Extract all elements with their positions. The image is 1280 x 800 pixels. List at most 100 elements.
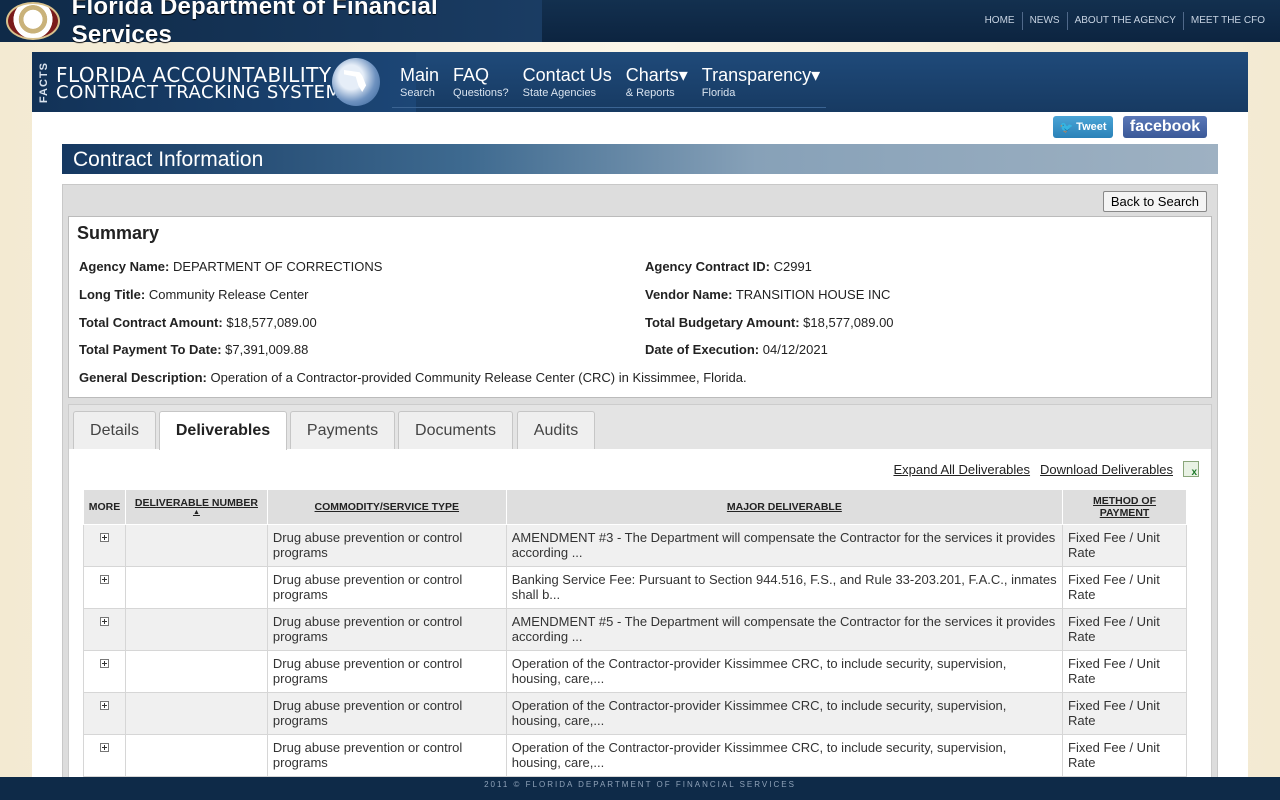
twitter-bird-icon: 🐦: [1059, 121, 1074, 134]
tab-payments[interactable]: Payments: [290, 411, 395, 449]
expand-cell[interactable]: [83, 608, 126, 651]
nav-sublabel: Questions?: [453, 87, 509, 99]
facebook-button[interactable]: facebook: [1123, 116, 1207, 138]
expand-plus-icon[interactable]: [99, 575, 109, 584]
major-deliverable-cell: Operation of the Contractor-provider Kis…: [505, 650, 1064, 693]
nav-label: Main: [400, 65, 440, 85]
commodity-cell: Drug abuse prevention or control program…: [266, 692, 507, 735]
expand-plus-icon[interactable]: [99, 617, 109, 626]
nav-main-search[interactable]: Main Search: [392, 60, 445, 107]
nav-label: Contact Us: [522, 65, 612, 85]
tweet-button[interactable]: 🐦 Tweet: [1053, 116, 1113, 138]
facts-logo[interactable]: FACTS FLORIDA ACCOUNTABILITY CONTRACT TR…: [32, 52, 416, 112]
col-major-deliverable[interactable]: MAJOR DELIVERABLE: [505, 489, 1064, 525]
nav-contact-us[interactable]: Contact Us State Agencies: [515, 60, 618, 107]
table-row: Drug abuse prevention or control program…: [83, 608, 1187, 651]
long-title-value: Community Release Center: [148, 287, 309, 302]
excel-icon[interactable]: [1183, 461, 1199, 478]
field-label: Total Payment To Date:: [79, 342, 222, 357]
col-commodity-service-type[interactable]: COMMODITY/SERVICE TYPE: [266, 489, 507, 525]
col-deliverable-number[interactable]: DELIVERABLE NUMBER ▲: [124, 489, 268, 525]
total-contract-amount-value: $18,577,089.00: [226, 315, 317, 330]
footer: 2011 © FLORIDA DEPARTMENT OF FINANCIAL S…: [0, 777, 1280, 800]
commodity-cell: Drug abuse prevention or control program…: [266, 734, 507, 777]
deliverable-number-cell: [124, 650, 268, 693]
expand-all-deliverables-link[interactable]: Expand All Deliverables: [893, 462, 1030, 477]
tab-deliverables[interactable]: Deliverables: [159, 411, 287, 450]
vendor-name-field: Vendor Name: TRANSITION HOUSE INC: [645, 287, 890, 302]
nav-sublabel: Florida: [701, 87, 736, 99]
expand-plus-icon[interactable]: [99, 743, 109, 752]
expand-plus-icon[interactable]: [99, 659, 109, 668]
major-deliverable-cell: AMENDMENT #3 - The Department will compe…: [505, 524, 1064, 567]
top-nav-meet-cfo[interactable]: MEET THE CFO: [1182, 12, 1272, 30]
expand-cell[interactable]: [83, 524, 126, 567]
dfs-title: Florida Department of Financial Services: [71, 0, 438, 48]
page-title: Contract Information: [62, 144, 1218, 174]
nav-sublabel: & Reports: [625, 87, 675, 99]
col-deliverable-number-label: DELIVERABLE NUMBER: [134, 497, 258, 509]
sort-asc-icon: ▲: [192, 509, 200, 516]
tab-audits[interactable]: Audits: [517, 411, 595, 449]
major-deliverable-cell: Operation of the Contractor-provider Kis…: [505, 734, 1064, 777]
date-of-execution-field: Date of Execution: 04/12/2021: [645, 342, 828, 357]
agency-contract-id-field: Agency Contract ID: C2991: [645, 259, 812, 274]
total-contract-amount-field: Total Contract Amount: $18,577,089.00: [79, 315, 317, 330]
top-nav-news[interactable]: NEWS: [1021, 12, 1067, 30]
expand-cell[interactable]: [83, 734, 126, 777]
expand-cell[interactable]: [83, 650, 126, 693]
expand-plus-icon[interactable]: [99, 701, 109, 710]
facts-title-line2: CONTRACT TRACKING SYSTEM: [56, 82, 342, 103]
cfo-seal-icon: [6, 2, 60, 40]
commodity-cell: Drug abuse prevention or control program…: [266, 524, 507, 567]
top-nav-home[interactable]: HOME: [978, 12, 1022, 30]
expand-cell[interactable]: [83, 692, 126, 735]
deliverables-table: MORE DELIVERABLE NUMBER ▲ COMMODITY/SERV…: [83, 489, 1187, 777]
total-payment-value: $7,391,009.88: [225, 342, 309, 357]
top-nav: HOME NEWS ABOUT THE AGENCY MEET THE CFO: [978, 12, 1272, 30]
vendor-name-value: TRANSITION HOUSE INC: [735, 287, 891, 302]
tweet-label: Tweet: [1076, 121, 1107, 133]
nav-transparency[interactable]: Transparency▾ Florida: [694, 60, 826, 107]
tab-documents[interactable]: Documents: [398, 411, 513, 449]
tab-details[interactable]: Details: [73, 411, 156, 449]
method-of-payment-cell: Fixed Fee / Unit Rate: [1062, 608, 1187, 651]
method-of-payment-cell: Fixed Fee / Unit Rate: [1062, 566, 1187, 609]
summary-section: Summary Agency Name: DEPARTMENT OF CORRE…: [68, 216, 1212, 398]
col-more: MORE: [83, 489, 126, 525]
commodity-cell: Drug abuse prevention or control program…: [266, 566, 507, 609]
deliverable-number-cell: [124, 608, 268, 651]
field-label: Agency Contract ID:: [645, 259, 770, 274]
main-panel: FACTS FLORIDA ACCOUNTABILITY CONTRACT TR…: [32, 52, 1248, 784]
nav-sublabel: State Agencies: [522, 87, 597, 99]
back-to-search-button[interactable]: Back to Search: [1102, 191, 1207, 212]
total-payment-field: Total Payment To Date: $7,391,009.88: [79, 342, 308, 357]
method-of-payment-cell: Fixed Fee / Unit Rate: [1062, 692, 1187, 735]
nav-sublabel: Search: [400, 87, 435, 99]
expand-cell[interactable]: [83, 566, 126, 609]
agency-contract-id-value: C2991: [773, 259, 812, 274]
nav-faq[interactable]: FAQ Questions?: [445, 60, 515, 107]
commodity-cell: Drug abuse prevention or control program…: [266, 608, 507, 651]
download-deliverables-link[interactable]: Download Deliverables: [1040, 462, 1173, 477]
dfs-brand[interactable]: Florida Department of Financial Services: [0, 0, 542, 48]
nav-charts[interactable]: Charts▾ & Reports: [618, 60, 694, 107]
field-label: General Description:: [79, 370, 207, 385]
field-label: Date of Execution:: [645, 342, 760, 357]
table-row: Drug abuse prevention or control program…: [83, 566, 1187, 609]
florida-map-icon: [332, 58, 380, 106]
agency-name-field: Agency Name: DEPARTMENT OF CORRECTIONS: [79, 259, 382, 274]
method-of-payment-cell: Fixed Fee / Unit Rate: [1062, 650, 1187, 693]
col-method-of-payment[interactable]: METHOD OF PAYMENT: [1062, 489, 1187, 525]
top-header: Florida Department of Financial Services…: [0, 0, 1280, 48]
table-header-row: MORE DELIVERABLE NUMBER ▲ COMMODITY/SERV…: [83, 489, 1187, 525]
field-label: Vendor Name:: [645, 287, 733, 302]
top-nav-about[interactable]: ABOUT THE AGENCY: [1066, 12, 1183, 30]
table-row: Drug abuse prevention or control program…: [83, 650, 1187, 693]
field-label: Agency Name:: [79, 259, 170, 274]
agency-name-value: DEPARTMENT OF CORRECTIONS: [172, 259, 383, 274]
total-budgetary-amount-value: $18,577,089.00: [803, 315, 894, 330]
method-of-payment-cell: Fixed Fee / Unit Rate: [1062, 524, 1187, 567]
long-title-field: Long Title: Community Release Center: [79, 287, 309, 302]
expand-plus-icon[interactable]: [99, 533, 109, 542]
